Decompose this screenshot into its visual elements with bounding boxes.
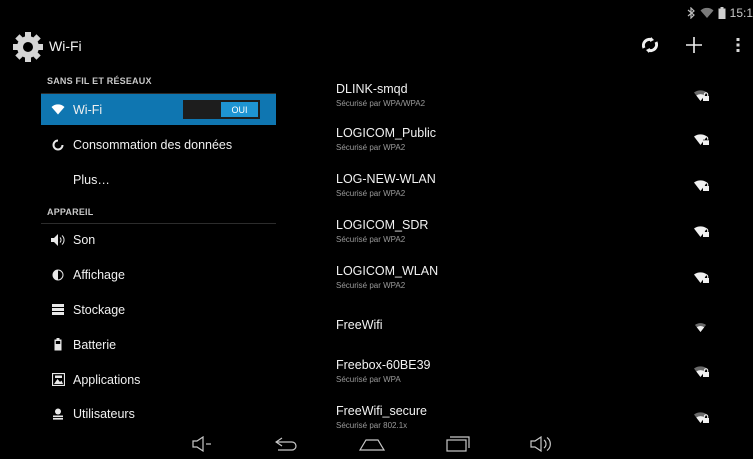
wifi-toggle-on-label: OUI [221,102,258,117]
navigation-bar [0,433,753,459]
wps-button[interactable] [634,31,666,63]
status-icons: 15:1 [686,6,753,20]
add-network-icon [685,36,703,59]
network-security: Sécurisé par WPA [336,375,401,384]
network-item-logicom-public[interactable]: LOGICOM_Public Sécurisé par WPA2 [336,126,753,172]
network-ssid: DLINK-smqd [336,82,408,96]
network-ssid: LOGICOM_SDR [336,218,429,232]
sidebar-item-data-usage[interactable]: Consommation des données [41,129,276,160]
volume-up-icon [530,435,554,457]
wifi-signal-locked-icon [694,364,710,378]
volume-down-button[interactable] [191,435,213,457]
applications-icon [45,373,71,386]
wifi-signal-locked-icon [694,88,710,102]
network-security: Sécurisé par WPA2 [336,281,406,290]
battery-icon [718,7,726,19]
network-ssid: LOGICOM_WLAN [336,264,439,278]
wifi-signal-locked-icon [694,224,710,238]
sidebar-item-label: Consommation des données [73,137,233,152]
wifi-signal-locked-icon [694,410,710,424]
wifi-toggle[interactable]: OUI [183,100,260,119]
display-icon [45,269,71,281]
wps-icon [640,36,660,59]
overflow-menu-icon [736,37,740,58]
network-security: Sécurisé par WPA/WPA2 [336,99,426,108]
home-icon [358,437,386,456]
sidebar-item-storage[interactable]: Stockage [41,294,276,325]
add-network-button[interactable] [678,31,710,63]
sidebar-item-label: Applications [73,372,141,387]
sidebar-item-label: Stockage [73,302,126,317]
recent-apps-icon [446,435,470,457]
sidebar-item-label: Utilisateurs [73,406,135,421]
volume-down-icon [192,435,212,457]
back-button[interactable] [274,436,299,456]
status-bar: 15:1 [0,0,753,25]
network-ssid: LOG-NEW-WLAN [336,172,436,186]
network-ssid: FreeWifi_secure [336,404,427,418]
back-icon [274,437,299,456]
network-item-freebox-60be39[interactable]: Freebox-60BE39 Sécurisé par WPA [336,358,753,404]
settings-gear-icon[interactable] [12,31,44,63]
wifi-signal-locked-icon [694,270,710,284]
storage-icon [45,304,71,315]
section-header-wireless: SANS FIL ET RÉSEAUX [47,76,152,86]
network-ssid: Freebox-60BE39 [336,358,431,372]
battery-icon [45,338,71,351]
network-security: Sécurisé par WPA2 [336,235,406,244]
sidebar-item-label: Wi-Fi [73,102,103,117]
volume-up-button[interactable] [530,435,554,457]
home-button[interactable] [358,436,386,456]
bluetooth-icon [686,7,696,19]
action-bar: Wi-Fi [0,25,753,69]
status-time: 15:1 [729,6,753,20]
wifi-signal-locked-icon [694,178,710,192]
sidebar-item-applications[interactable]: Applications [41,364,276,395]
speaker-icon [45,233,71,246]
page-title: Wi-Fi [49,38,82,54]
network-security: Sécurisé par WPA2 [336,143,406,152]
users-icon [45,408,71,420]
network-security: Sécurisé par 802.1x [336,421,408,430]
wifi-signal-locked-icon [694,132,710,146]
network-ssid: FreeWifi [336,318,383,332]
wifi-signal-open-icon [694,321,710,335]
sidebar-item-label: Son [73,232,96,247]
network-item-dlink-smqd[interactable]: DLINK-smqd Sécurisé par WPA/WPA2 [336,82,753,128]
wifi-status-icon [700,7,714,19]
network-item-log-new-wlan[interactable]: LOG-NEW-WLAN Sécurisé par WPA2 [336,172,753,218]
overflow-menu-button[interactable] [726,31,750,63]
section-header-device: APPAREIL [47,207,94,217]
network-ssid: LOGICOM_Public [336,126,437,140]
recent-apps-button[interactable] [446,435,470,457]
wifi-icon [45,104,71,115]
sidebar-item-display[interactable]: Affichage [41,259,276,290]
sidebar-item-sound[interactable]: Son [41,224,276,255]
sidebar-item-label: Plus… [73,172,110,187]
data-usage-icon [45,138,71,151]
sidebar-item-more[interactable]: Plus… [41,164,276,195]
sidebar-item-wifi[interactable]: Wi-Fi OUI [41,94,276,125]
settings-sidebar: SANS FIL ET RÉSEAUX Wi-Fi OUI Consommati… [0,69,276,429]
network-item-logicom-wlan[interactable]: LOGICOM_WLAN Sécurisé par WPA2 [336,264,753,310]
sidebar-item-battery[interactable]: Batterie [41,329,276,360]
network-security: Sécurisé par WPA2 [336,189,406,198]
sidebar-item-users[interactable]: Utilisateurs [41,398,276,429]
network-item-logicom-sdr[interactable]: LOGICOM_SDR Sécurisé par WPA2 [336,218,753,264]
wifi-network-list: DLINK-smqd Sécurisé par WPA/WPA2 LOGICOM… [336,72,753,432]
sidebar-item-label: Batterie [73,337,117,352]
sidebar-item-label: Affichage [73,267,125,282]
